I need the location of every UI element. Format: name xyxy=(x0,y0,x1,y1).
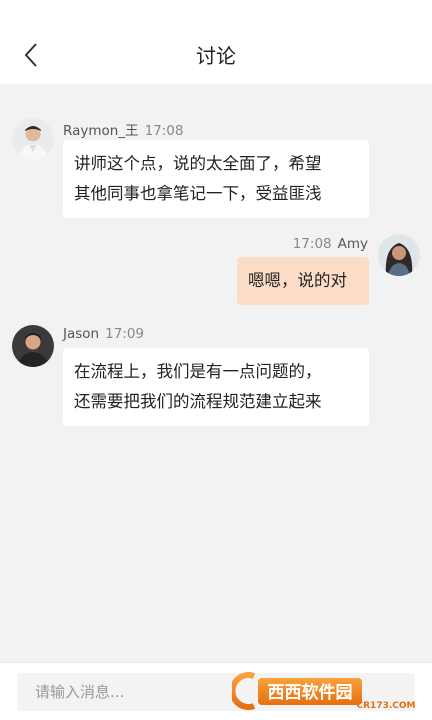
avatar-amy[interactable] xyxy=(378,234,420,276)
person-avatar-icon xyxy=(378,234,420,276)
message-meta: 17:08 Amy xyxy=(293,236,368,252)
sender-name: Amy xyxy=(337,236,368,252)
person-avatar-icon xyxy=(12,325,54,367)
message-bubble[interactable]: 讲师这个点，说的太全面了，希望 其他同事也拿笔记一下，受益匪浅 xyxy=(63,140,369,218)
message-text-line: 嗯嗯，说的对 xyxy=(248,271,347,290)
message-time: 17:09 xyxy=(105,326,145,342)
person-avatar-icon xyxy=(12,118,54,160)
input-bar xyxy=(0,662,432,720)
message-input[interactable] xyxy=(17,673,415,711)
message-time: 17:08 xyxy=(292,236,332,252)
avatar-raymon[interactable] xyxy=(12,118,54,160)
chat-area[interactable]: Raymon_王 17:08 讲师这个点，说的太全面了，希望 其他同事也拿笔记一下… xyxy=(0,84,432,662)
message-text-line: 讲师这个点，说的太全面了，希望 xyxy=(74,154,322,173)
message-bubble[interactable]: 嗯嗯，说的对 xyxy=(237,257,369,305)
sender-name: Jason xyxy=(63,326,100,342)
message-bubble[interactable]: 在流程上，我们是有一点问题的， 还需要把我们的流程规范建立起来 xyxy=(63,348,369,426)
message-text-line: 其他同事也拿笔记一下，受益匪浅 xyxy=(74,184,322,203)
message-text-line: 在流程上，我们是有一点问题的， xyxy=(74,362,322,381)
message-text-line: 还需要把我们的流程规范建立起来 xyxy=(74,392,322,411)
page-title: 讨论 xyxy=(196,44,236,68)
message-time: 17:08 xyxy=(144,123,184,139)
message-meta: Raymon_王 17:08 xyxy=(63,119,183,139)
message-meta: Jason 17:09 xyxy=(63,326,144,342)
avatar-jason[interactable] xyxy=(12,325,54,367)
sender-name: Raymon_王 xyxy=(63,123,139,139)
top-bar: 讨论 xyxy=(0,0,432,84)
